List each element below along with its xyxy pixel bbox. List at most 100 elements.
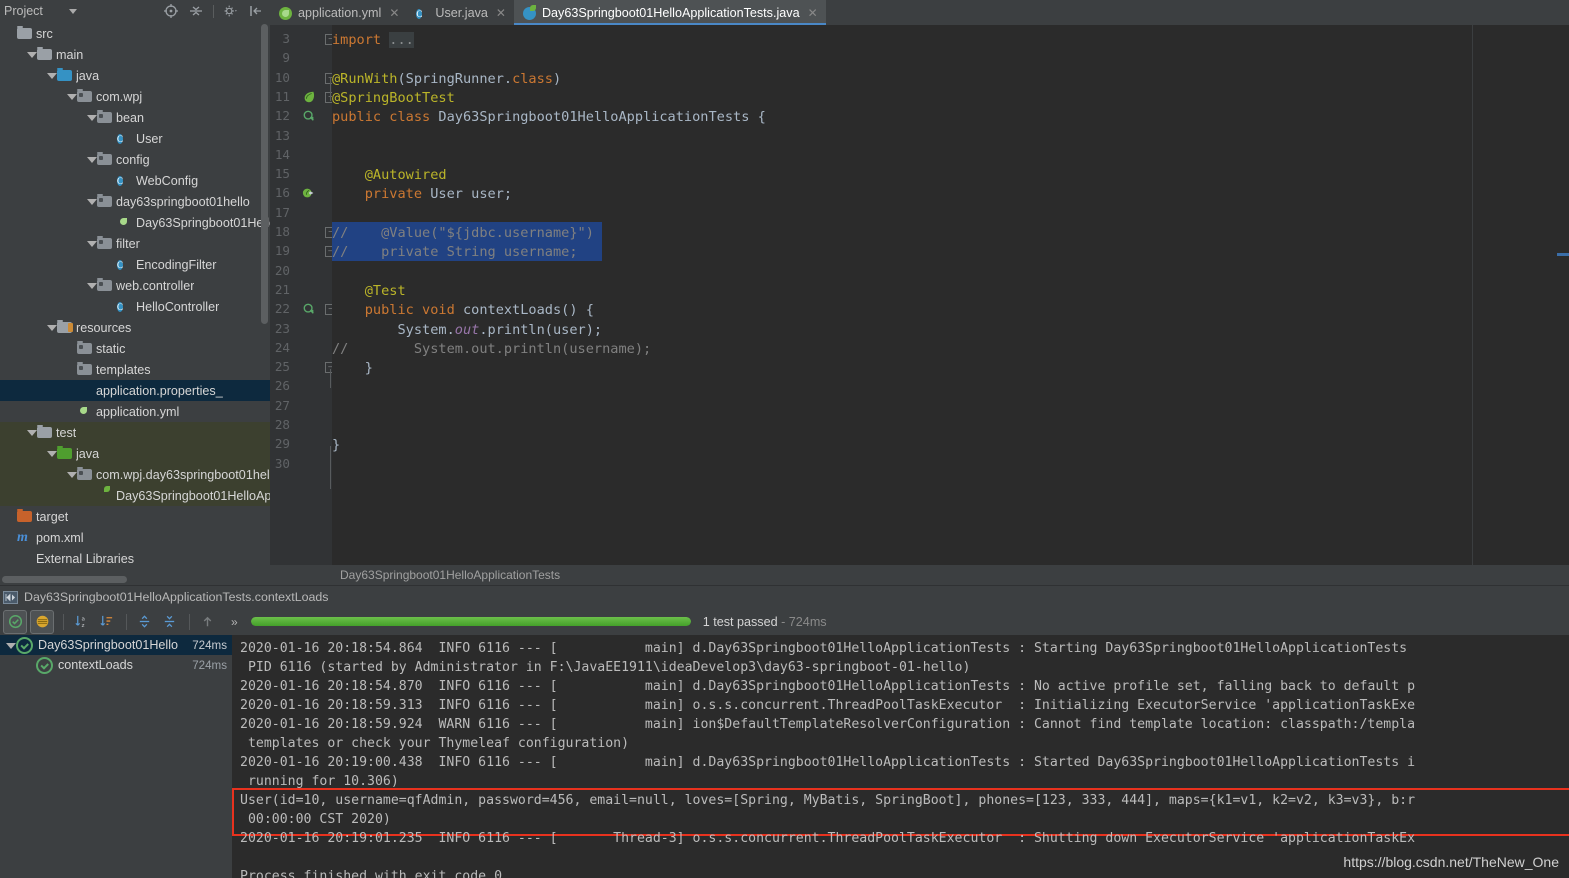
expand-arrow-icon[interactable] <box>86 154 97 165</box>
run-method-icon[interactable] <box>302 302 316 316</box>
editor-tabs[interactable]: application.yml ✕ C User.java ✕ Day63Springbo… <box>270 0 1569 25</box>
expand-arrow-icon[interactable] <box>86 238 97 249</box>
close-icon[interactable]: ✕ <box>808 6 818 20</box>
show-passed-toggle[interactable] <box>3 609 27 634</box>
tree-node[interactable]: src <box>0 23 270 44</box>
editor-tab[interactable]: C User.java ✕ <box>407 0 514 25</box>
expand-arrow-icon[interactable] <box>46 322 57 333</box>
more-options-icon[interactable]: » <box>231 615 238 629</box>
tree-node[interactable]: java <box>0 443 270 464</box>
expand-all-icon[interactable] <box>133 611 155 633</box>
test-status-duration: - 724ms <box>781 614 827 629</box>
tree-node[interactable]: C WebConfig <box>0 170 270 191</box>
test-toolbar: az » 1 test passed - 724ms <box>0 608 1569 635</box>
folded-import-placeholder[interactable]: ... <box>389 32 414 48</box>
tree-node[interactable]: target <box>0 506 270 527</box>
chevron-down-icon[interactable] <box>68 8 77 14</box>
toolbar-divider <box>189 613 190 630</box>
run-configuration-icon <box>3 590 18 604</box>
tree-node[interactable]: C HelloController <box>0 296 270 317</box>
tree-node[interactable]: com.wpj <box>0 86 270 107</box>
sort-alphabetically-icon[interactable]: az <box>70 611 92 633</box>
tree-node[interactable]: config <box>0 149 270 170</box>
editor-gutter[interactable]: 3−910−11−12131415161718−19–202122−232425… <box>270 25 336 565</box>
tree-node[interactable]: m pom.xml <box>0 527 270 548</box>
tree-node[interactable]: day63springboot01hello <box>0 191 270 212</box>
tree-node[interactable]: application.properties_ <box>0 380 270 401</box>
line-number: 27 <box>274 397 290 413</box>
error-stripe-marker[interactable] <box>1557 25 1569 565</box>
console-output[interactable]: https://blog.csdn.net/TheNew_One 2020-01… <box>232 635 1569 878</box>
expand-arrow-icon[interactable] <box>46 448 57 459</box>
sidebar-horizontal-scrollbar[interactable] <box>0 576 265 583</box>
source-folder-icon <box>57 68 72 83</box>
editor-tab-label: Day63Springboot01HelloApplicationTests.j… <box>541 5 800 20</box>
expand-arrow-icon[interactable] <box>46 70 57 81</box>
tree-node-label: application.yml <box>96 404 180 419</box>
expand-arrow-icon[interactable] <box>86 112 97 123</box>
scroll-up-icon[interactable] <box>196 611 218 633</box>
expand-arrow-icon[interactable] <box>86 280 97 291</box>
tree-node[interactable]: C EncodingFilter <box>0 254 270 275</box>
tree-node[interactable]: resources <box>0 317 270 338</box>
test-tree-row[interactable]: Day63Springboot01Hello 724ms <box>0 635 232 655</box>
line-number: 15 <box>274 166 290 182</box>
sidebar-vertical-scrollbar[interactable] <box>261 24 268 324</box>
tree-node-label: WebConfig <box>136 173 199 188</box>
watermark-text: https://blog.csdn.net/TheNew_One <box>1343 854 1559 870</box>
sort-by-duration-icon[interactable] <box>95 611 117 633</box>
locate-icon[interactable] <box>163 3 179 19</box>
tree-node[interactable]: web.controller <box>0 275 270 296</box>
tree-node[interactable]: com.wpj.day63springboot01hello <box>0 464 270 485</box>
close-icon[interactable]: ✕ <box>496 6 506 20</box>
expand-arrow-icon[interactable] <box>86 196 97 207</box>
code-text[interactable]: import ... @RunWith(SpringRunner.class) @S… <box>332 25 1557 565</box>
package-icon <box>77 362 92 377</box>
tree-node[interactable]: filter <box>0 233 270 254</box>
test-tree-row[interactable]: contextLoads 724ms <box>0 655 232 675</box>
tree-node[interactable]: test <box>0 422 270 443</box>
settings-gear-icon[interactable] <box>223 3 239 19</box>
tree-node[interactable]: C User <box>0 128 270 149</box>
spring-yaml-icon <box>279 6 293 20</box>
java-class-icon: C <box>416 8 423 19</box>
project-tree[interactable]: src main java com.wpj bean C User config C WebCon… <box>0 22 270 585</box>
line-number: 25 <box>274 359 290 375</box>
svg-text:a: a <box>81 617 84 623</box>
editor-tab[interactable]: application.yml ✕ <box>270 0 407 25</box>
expand-arrow-icon[interactable] <box>26 427 37 438</box>
run-test-icon[interactable] <box>302 109 316 123</box>
tree-node[interactable]: templates <box>0 359 270 380</box>
tree-node[interactable]: main <box>0 44 270 65</box>
autowired-bean-icon[interactable] <box>302 186 316 200</box>
tree-node[interactable]: static <box>0 338 270 359</box>
show-ignored-toggle[interactable] <box>30 609 54 634</box>
tree-node[interactable]: Day63Springboot01HelloApplication <box>0 212 270 233</box>
tree-node[interactable]: java <box>0 65 270 86</box>
editor-tab[interactable]: Day63Springboot01HelloApplicationTests.j… <box>513 0 826 25</box>
package-icon <box>77 341 92 356</box>
console-line: running for 10.306) <box>240 774 399 789</box>
fold-rail <box>330 446 331 489</box>
expand-arrow-icon[interactable] <box>26 49 37 60</box>
spring-bean-icon[interactable] <box>302 90 316 104</box>
tree-node[interactable]: External Libraries <box>0 548 270 569</box>
close-icon[interactable]: ✕ <box>389 6 399 20</box>
test-status-text: 1 test passed - 724ms <box>703 615 827 629</box>
line-number: 14 <box>274 146 290 162</box>
collapse-all-icon[interactable] <box>158 611 180 633</box>
test-results-tree[interactable]: Day63Springboot01Hello 724ms contextLoads 7… <box>0 635 232 878</box>
hide-panel-icon[interactable] <box>248 3 264 19</box>
tree-node[interactable]: Day63Springboot01HelloApplicationTests <box>0 485 270 506</box>
test-source-folder-icon <box>57 446 72 461</box>
expand-arrow-icon[interactable] <box>66 91 77 102</box>
line-number: 29 <box>274 436 290 452</box>
tree-node[interactable]: bean <box>0 107 270 128</box>
expand-arrow-icon[interactable] <box>5 640 16 651</box>
svg-text:z: z <box>81 623 84 629</box>
expand-arrow-icon[interactable] <box>66 469 77 480</box>
tree-node[interactable]: application.yml <box>0 401 270 422</box>
collapse-all-icon[interactable] <box>188 3 204 19</box>
